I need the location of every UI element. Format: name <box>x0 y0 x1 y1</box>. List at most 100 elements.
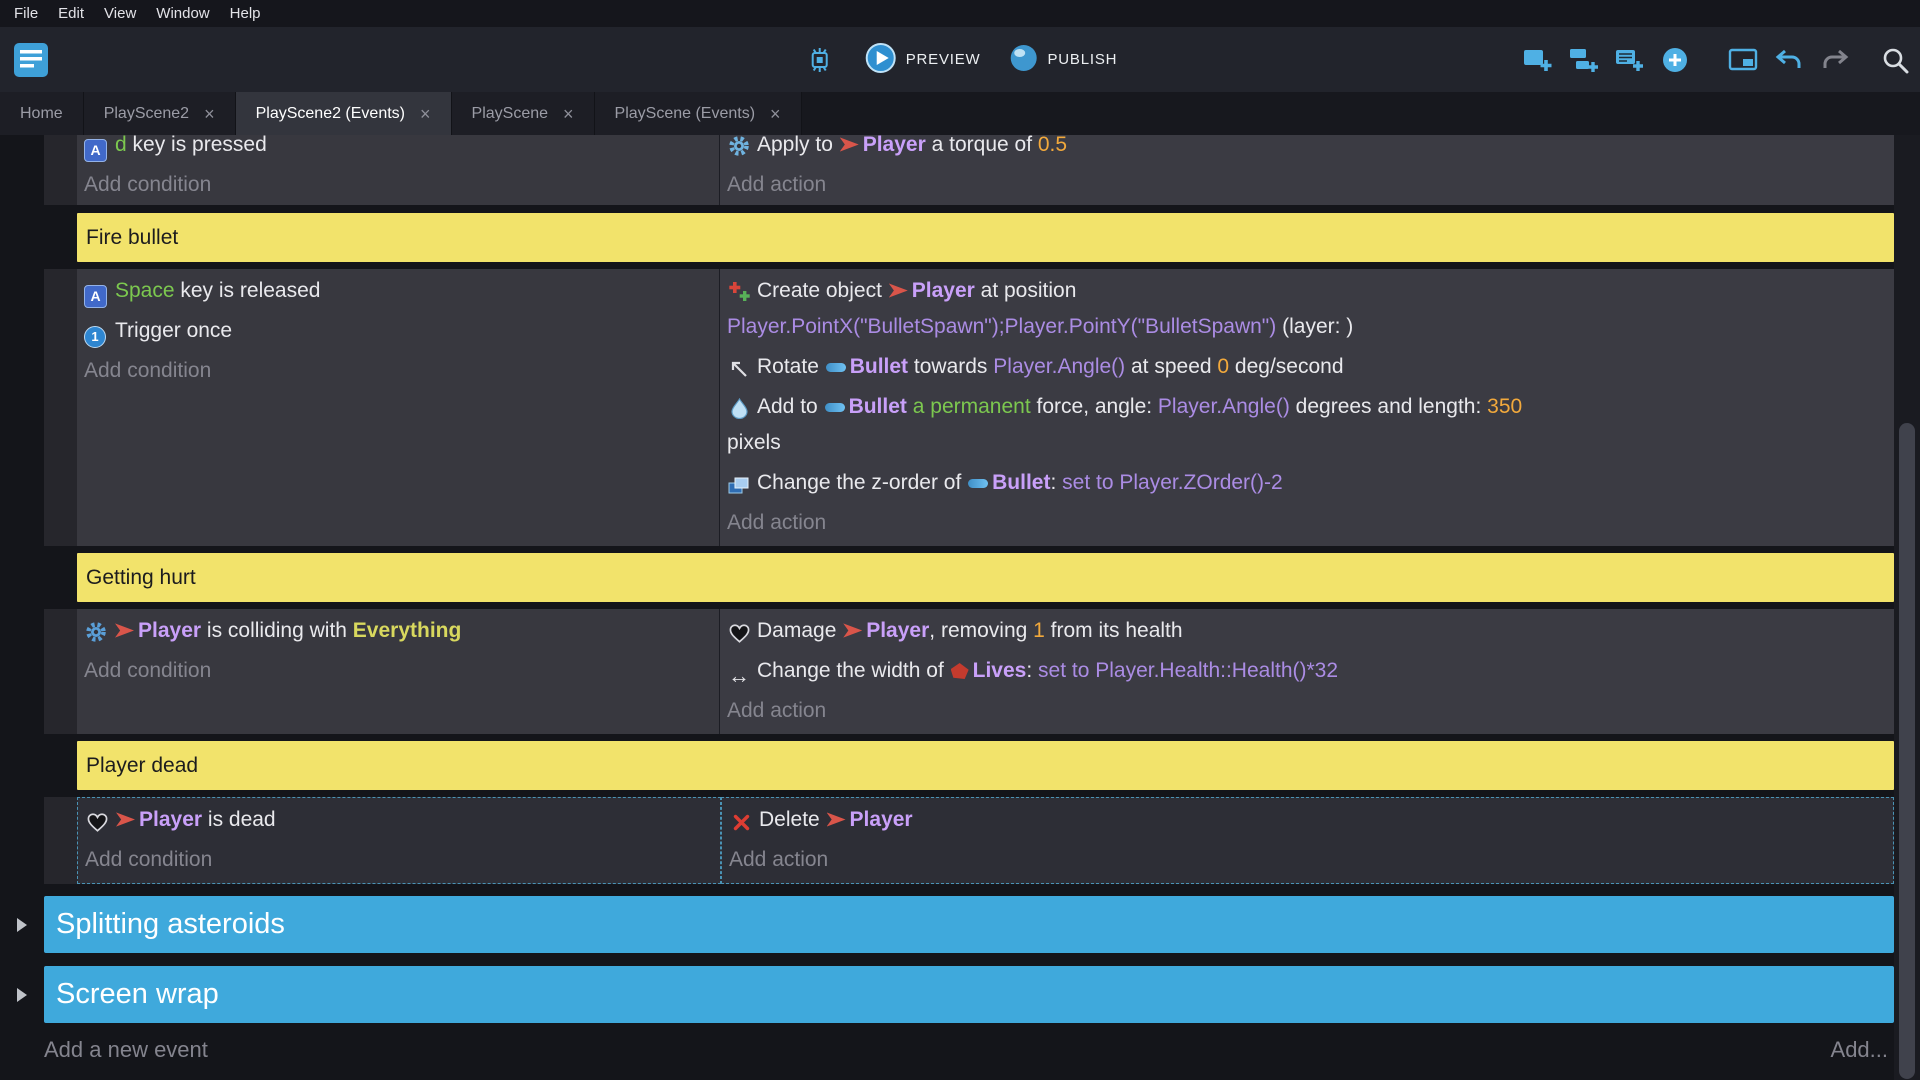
player-icon <box>840 136 859 153</box>
action[interactable]: Change the z-order of Bullet: set to Pla… <box>727 463 1886 503</box>
player-icon <box>116 811 135 828</box>
publish-button[interactable]: PUBLISH <box>1008 43 1117 77</box>
comment-fire-bullet[interactable]: Fire bullet <box>77 213 1894 262</box>
bullet-icon <box>968 479 988 488</box>
comment-text: Fire bullet <box>86 226 178 250</box>
tab-label: PlayScene (Events) <box>615 105 756 123</box>
undo-icon[interactable] <box>1772 43 1806 77</box>
conditions-cell: Player is colliding with Everything Add … <box>77 609 720 734</box>
keyboard-key-icon: A <box>84 285 107 308</box>
action[interactable]: Damage Player, removing 1 from its healt… <box>727 611 1886 651</box>
action[interactable]: Create object Player at position Player.… <box>727 271 1886 347</box>
preview-button[interactable]: PREVIEW <box>865 42 981 78</box>
condition[interactable]: Ad key is pressed <box>84 135 711 165</box>
trigger-once-icon: 1 <box>84 326 106 348</box>
action[interactable]: Add to Bullet a permanent force, angle: … <box>727 387 1886 463</box>
add-action-button[interactable]: Add action <box>727 691 1886 731</box>
menu-help[interactable]: Help <box>220 5 271 22</box>
tab-close-icon[interactable]: × <box>420 105 431 123</box>
comment-text: Getting hurt <box>86 566 196 590</box>
publish-label: PUBLISH <box>1047 51 1117 68</box>
condition[interactable]: Player is dead <box>85 800 712 840</box>
tab-label: PlayScene2 (Events) <box>256 105 405 123</box>
menu-window[interactable]: Window <box>146 5 219 22</box>
condition[interactable]: ASpace key is released <box>84 271 711 311</box>
menu-file[interactable]: File <box>4 5 48 22</box>
add-comment-icon[interactable] <box>1612 43 1646 77</box>
actions-cell: Delete Player Add action <box>721 797 1894 884</box>
comment-text: Player dead <box>86 754 198 778</box>
add-circle-icon[interactable] <box>1658 43 1692 77</box>
player-icon <box>889 282 908 299</box>
tab-home[interactable]: Home <box>0 92 84 135</box>
edit-scene-icon[interactable] <box>1726 43 1760 77</box>
menu-bar: File Edit View Window Help <box>0 0 1920 27</box>
add-event-icon[interactable] <box>1520 43 1554 77</box>
tab-playscene[interactable]: PlayScene× <box>452 92 595 135</box>
tab-playscene2-events[interactable]: PlayScene2 (Events) × <box>236 92 452 135</box>
conditions-cell: Player is dead Add condition <box>77 797 721 884</box>
project-manager-icon[interactable] <box>12 40 52 80</box>
action[interactable]: Apply to Player a torque of 0.5 <box>727 135 1886 165</box>
search-icon[interactable] <box>1878 43 1912 77</box>
add-action-button[interactable]: Add action <box>729 840 1885 880</box>
add-subevent-icon[interactable] <box>1566 43 1600 77</box>
rotate-icon <box>727 357 751 381</box>
add-action-button[interactable]: Add action <box>727 503 1886 543</box>
add-more-button[interactable]: Add... <box>1831 1037 1888 1063</box>
condition[interactable]: Player is colliding with Everything <box>84 611 711 651</box>
event-row: Ad key is pressed Add condition Apply to… <box>44 135 1894 205</box>
add-condition-button[interactable]: Add condition <box>84 651 711 691</box>
menu-view[interactable]: View <box>94 5 146 22</box>
condition[interactable]: 1Trigger once <box>84 311 711 351</box>
player-icon <box>115 622 134 639</box>
comment-player-dead[interactable]: Player dead <box>77 741 1894 790</box>
event-drag-handle[interactable] <box>44 269 77 546</box>
redo-icon[interactable] <box>1818 43 1852 77</box>
heart-icon <box>85 811 109 835</box>
menu-edit[interactable]: Edit <box>48 5 94 22</box>
event-group-splitting-asteroids[interactable]: Splitting asteroids <box>44 896 1894 953</box>
keyboard-key-icon: A <box>84 139 107 162</box>
publish-icon <box>1008 43 1038 77</box>
event-group-screen-wrap[interactable]: Screen wrap <box>44 966 1894 1023</box>
tab-label: Home <box>20 105 63 123</box>
group-collapse-arrow[interactable] <box>0 918 44 932</box>
scrollbar-thumb[interactable] <box>1899 423 1915 1079</box>
tab-playscene-events[interactable]: PlayScene (Events) × <box>595 92 802 135</box>
create-object-icon <box>727 280 751 304</box>
add-condition-button[interactable]: Add condition <box>85 840 712 880</box>
event-drag-handle[interactable] <box>44 135 77 205</box>
add-condition-button[interactable]: Add condition <box>84 165 711 205</box>
conditions-cell: Ad key is pressed Add condition <box>77 135 720 205</box>
gdevelop-window: File Edit View Window Help PREVIEW PUBLI… <box>0 0 1920 1080</box>
debugger-icon[interactable] <box>803 43 837 77</box>
force-icon <box>727 397 751 421</box>
action[interactable]: Delete Player <box>729 800 1885 840</box>
vertical-scrollbar[interactable] <box>1894 135 1920 1080</box>
player-icon <box>827 811 846 828</box>
group-collapse-arrow[interactable] <box>0 988 44 1002</box>
add-action-button[interactable]: Add action <box>727 165 1886 205</box>
event-drag-handle[interactable] <box>44 609 77 734</box>
add-condition-button[interactable]: Add condition <box>84 351 711 391</box>
chevron-right-icon <box>17 918 27 932</box>
conditions-cell: ASpace key is released 1Trigger once Add… <box>77 269 720 546</box>
bullet-icon <box>825 403 845 412</box>
gear-icon <box>727 135 751 158</box>
tab-label: PlayScene2 <box>104 105 189 123</box>
sheet-footer: Add a new event Add... <box>44 1037 1888 1063</box>
tab-close-icon[interactable]: × <box>563 105 574 123</box>
event-drag-handle[interactable] <box>44 797 77 884</box>
add-new-event-button[interactable]: Add a new event <box>44 1037 208 1063</box>
event-row: ASpace key is released 1Trigger once Add… <box>44 269 1894 546</box>
comment-getting-hurt[interactable]: Getting hurt <box>77 553 1894 602</box>
tab-close-icon[interactable]: × <box>770 105 781 123</box>
action[interactable]: Rotate Bullet towards Player.Angle() at … <box>727 347 1886 387</box>
z-order-icon <box>727 474 751 498</box>
toolbar: PREVIEW PUBLISH <box>0 27 1920 92</box>
tab-bar: Home PlayScene2 × PlayScene2 (Events) × Pl… <box>0 92 1920 135</box>
tab-close-icon[interactable]: × <box>204 105 215 123</box>
tab-playscene2[interactable]: PlayScene2 × <box>84 92 236 135</box>
action[interactable]: ↔Change the width of Lives: set to Playe… <box>727 651 1886 691</box>
